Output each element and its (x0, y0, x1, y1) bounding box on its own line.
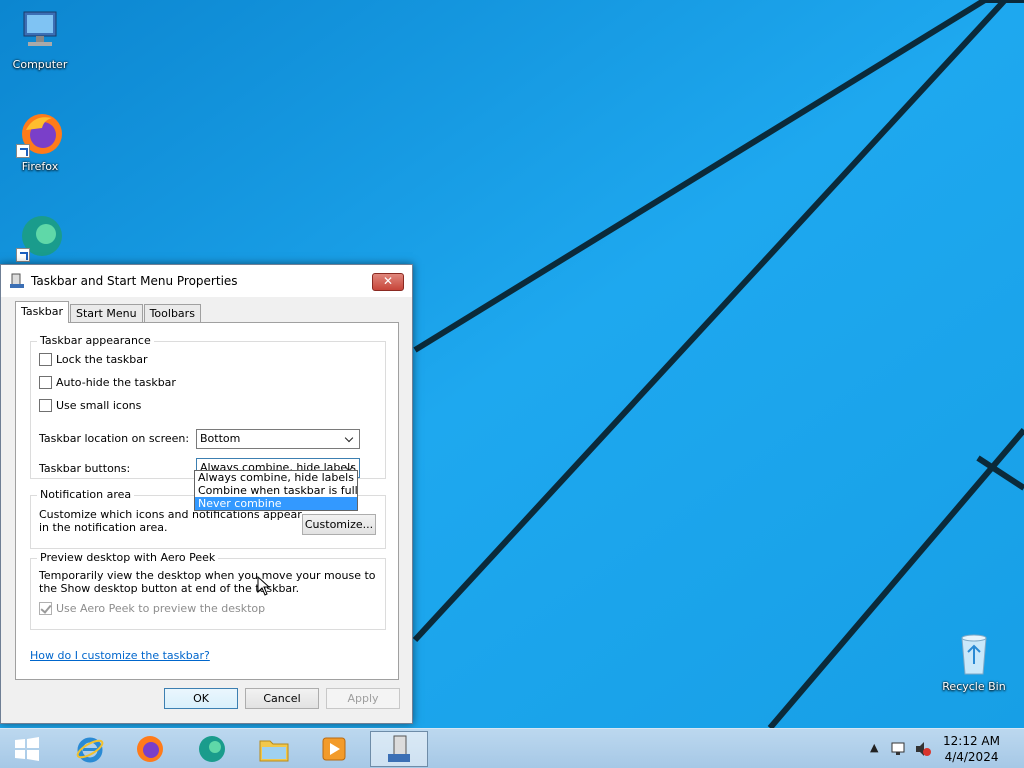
checkbox-box[interactable] (39, 399, 52, 412)
start-button[interactable] (0, 731, 54, 767)
checkbox-label: Lock the taskbar (56, 353, 148, 366)
desktop-icon-label: Recycle Bin (942, 680, 1006, 693)
lock-taskbar-checkbox[interactable]: Lock the taskbar (39, 353, 148, 366)
mouse-cursor-icon (257, 576, 271, 596)
taskbar-properties-window[interactable] (370, 731, 428, 767)
desktop-icon-label: Firefox (21, 160, 59, 173)
internet-explorer-icon (76, 737, 104, 763)
dialog-titlebar[interactable]: Taskbar and Start Menu Properties ✕ (1, 265, 412, 297)
location-value: Bottom (200, 432, 241, 445)
media-player-icon (322, 737, 346, 761)
tab-taskbar[interactable]: Taskbar (15, 301, 69, 323)
network-icon[interactable] (890, 740, 908, 758)
clock[interactable]: 12:12 AM 4/4/2024 (943, 733, 1000, 765)
customize-button[interactable]: Customize... (302, 514, 376, 535)
shortcut-arrow-icon (16, 248, 30, 262)
notification-text-line2: in the notification area. (39, 521, 168, 534)
taskbar-media-player[interactable] (306, 731, 362, 767)
shortcut-arrow-icon (16, 144, 30, 158)
taskbar-firefox[interactable] (122, 731, 178, 767)
group-title: Preview desktop with Aero Peek (37, 551, 219, 564)
computer-icon (16, 8, 64, 56)
small-icons-checkbox[interactable]: Use small icons (39, 399, 141, 412)
taskbar-file-explorer[interactable] (246, 731, 302, 767)
aero-peek-checkbox[interactable]: Use Aero Peek to preview the desktop (39, 602, 265, 615)
checkbox-box[interactable] (39, 353, 52, 366)
desktop-icon-computer[interactable]: Computer (4, 8, 76, 71)
checkbox-label: Use small icons (56, 399, 142, 412)
taskbar-properties-icon (9, 273, 25, 289)
show-hidden-icons-button[interactable]: ▲ (870, 741, 878, 754)
desktop-icon-firefox[interactable]: Firefox (4, 110, 76, 173)
dropdown-option-always-combine[interactable]: Always combine, hide labels (195, 471, 357, 484)
location-select[interactable]: Bottom (196, 429, 360, 449)
firefox-icon (16, 110, 64, 158)
clock-time: 12:12 AM (943, 734, 1000, 748)
checkbox-label: Auto-hide the taskbar (56, 376, 176, 389)
taskbar-edge[interactable] (184, 731, 240, 767)
group-title: Taskbar appearance (37, 334, 154, 347)
edge-icon (16, 214, 64, 262)
ok-button[interactable]: OK (164, 688, 238, 709)
clock-date: 4/4/2024 (944, 750, 999, 764)
checkbox-box[interactable] (39, 602, 52, 615)
cancel-button[interactable]: Cancel (245, 688, 319, 709)
desktop-icon-edge[interactable] (4, 214, 76, 264)
help-link[interactable]: How do I customize the taskbar? (30, 649, 210, 662)
dropdown-option-never-combine[interactable]: Never combine (195, 497, 357, 510)
taskbar-buttons-dropdown-list: Always combine, hide labels Combine when… (194, 470, 358, 511)
desktop-icon-recycle-bin[interactable]: Recycle Bin (938, 630, 1010, 693)
chevron-down-icon[interactable] (343, 430, 357, 448)
tab-strip: Taskbar Start Menu Toolbars (15, 301, 202, 323)
tab-toolbars[interactable]: Toolbars (143, 304, 201, 323)
tab-start-menu[interactable]: Start Menu (70, 304, 143, 323)
apply-button[interactable]: Apply (326, 688, 400, 709)
folder-icon (259, 740, 289, 762)
recycle-bin-icon (950, 630, 998, 678)
location-label: Taskbar location on screen: (39, 432, 190, 445)
checkbox-box[interactable] (39, 376, 52, 389)
desktop-icon-label: Computer (12, 58, 68, 71)
windows-logo-icon (15, 737, 39, 761)
autohide-taskbar-checkbox[interactable]: Auto-hide the taskbar (39, 376, 176, 389)
taskbar-ie[interactable] (62, 731, 118, 767)
group-title: Notification area (37, 488, 135, 501)
buttons-label: Taskbar buttons: (39, 462, 131, 475)
close-button[interactable]: ✕ (372, 273, 404, 291)
checkbox-label: Use Aero Peek to preview the desktop (56, 602, 266, 615)
aero-text-line1: Temporarily view the desktop when you mo… (39, 569, 376, 582)
dropdown-option-combine-when-full[interactable]: Combine when taskbar is full (195, 484, 358, 497)
firefox-icon (137, 736, 163, 762)
taskbar-properties-icon (388, 735, 410, 762)
dialog-title: Taskbar and Start Menu Properties (31, 274, 238, 288)
edge-icon (199, 736, 225, 762)
taskbar: ▲ 12:12 AM 4/4/2024 (0, 728, 1024, 768)
volume-muted-icon[interactable] (914, 740, 932, 758)
